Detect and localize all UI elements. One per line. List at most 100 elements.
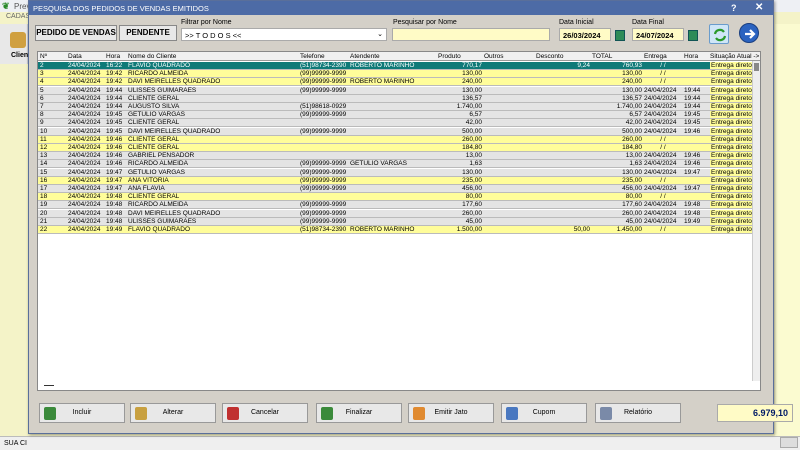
table-row[interactable]: 6 24/04/2024 19:44 CLIENTE GERAL 136,57 136,5… [38,94,754,103]
column-header[interactable]: Data [68,53,82,60]
start-date-input[interactable]: 26/03/2024 [559,28,611,41]
column-header[interactable]: Hora [684,53,698,60]
table-row[interactable]: 13 24/04/2024 19:46 GABRIEL PENSADOR 13,00 13… [38,152,754,161]
table-cell-cliente: ANA VITORIA [128,176,169,184]
app-menu[interactable]: CADAS [6,13,30,20]
table-cell-n: 10 [40,127,48,135]
cancelar-label: Cancelar [250,409,279,416]
table-cell-sit: Entrega direto para o cliente [710,94,754,102]
alterar-button[interactable]: Alterar [130,403,216,423]
table-row[interactable]: 9 24/04/2024 19:45 CLIENTE GERAL 42,00 42,00 2… [38,119,754,128]
table-cell-data: 24/04/2024 [68,127,101,135]
column-header[interactable]: Entrega [644,53,667,60]
table-cell-prod: 177,60 [462,201,482,209]
status-text: SUA CI [4,440,27,447]
column-header[interactable]: Situação Atual -> [710,53,759,60]
end-date-input[interactable]: 24/07/2024 [632,28,684,41]
table-cell-total: 260,00 [622,209,642,217]
table-cell-tel: (99)99999-9999 [300,217,347,225]
table-cell-sit: Entrega direto para o cliente [710,193,754,201]
table-cell-cliente: GETULIO VARGAS [128,111,185,119]
scroll-thumb[interactable] [754,63,759,71]
clients-icon[interactable] [10,32,26,48]
table-cell-entrega: 24/04/2024 [644,160,677,168]
table-cell-entrega: / / [660,144,666,151]
table-cell-total: 130,00 [622,168,642,176]
table-cell-n: 16 [40,176,48,184]
table-cell-hora: 19:47 [106,185,123,192]
table-row[interactable]: 15 24/04/2024 19:47 GETULIO VARGAS (99)99999… [38,168,754,177]
table-cell-hora: 19:48 [106,201,123,209]
cupom-button[interactable]: Cupom [501,403,587,423]
incluir-button[interactable]: Incluir [39,403,125,423]
table-row[interactable]: 10 24/04/2024 19:45 DAVI MEIRELLES QUADRADO… [38,127,754,136]
column-header[interactable]: Desconto [536,53,563,60]
table-row[interactable]: 22 24/04/2024 19:49 FLAVIO QUADRADO (51)9873… [38,226,754,234]
column-header[interactable]: Nome do Cliente [128,53,176,60]
table-row[interactable]: 12 24/04/2024 19:46 CLIENTE GERAL 184,80 184,… [38,144,754,152]
cancel-doc-icon [227,407,239,420]
table-cell-data: 24/04/2024 [68,62,101,69]
table-row[interactable]: 14 24/04/2024 19:46 RICARDO ALMEIDA (99)9999… [38,160,754,169]
table-cell-hora: 19:48 [106,193,123,201]
refresh-icon[interactable] [709,24,729,44]
chevron-down-icon[interactable]: ⌄ [377,30,383,38]
table-row[interactable]: 7 24/04/2024 19:44 AUGUSTO SILVA (51)98618-0… [38,103,754,111]
table-cell-sit: Entrega direto para o cliente [710,176,754,184]
column-header[interactable]: TOTAL [592,53,612,60]
table-cell-atend: GETULIO VARGAS [350,160,407,168]
calendar-icon[interactable] [615,30,625,41]
pending-button[interactable]: PENDENTE [119,25,177,41]
table-cell-entrega: 24/04/2024 [644,127,677,135]
dialog-title: PESQUISA DOS PEDIDOS DE VENDAS EMITIDOS [33,4,209,13]
column-header[interactable]: Nº [40,53,47,60]
table-row[interactable]: 3 24/04/2024 19:42 RICARDO ALMEIDA (99)99999… [38,70,754,79]
filter-select[interactable]: >> T O D O S << ⌄ [181,28,387,41]
vertical-scrollbar[interactable] [752,61,760,381]
table-row[interactable]: 17 24/04/2024 19:47 ANA FLAVIA (99)99999-999… [38,185,754,193]
emitir-button[interactable]: Emitir Jato [408,403,494,423]
table-cell-tel: (99)99999-9999 [300,185,347,192]
search-input[interactable] [392,28,550,41]
relatorio-button[interactable]: Relatório [595,403,681,423]
close-icon[interactable]: ✕ [755,2,763,13]
table-row[interactable]: 5 24/04/2024 19:44 ULISSES GUIMARAES (99)999… [38,86,754,95]
status-button[interactable] [780,437,798,448]
orders-button[interactable]: PEDIDO DE VENDAS [35,25,117,41]
column-header[interactable]: Hora [106,53,120,60]
column-header[interactable]: Atendente [350,53,380,60]
table-cell-prod: 260,00 [462,209,482,217]
table-row[interactable]: 20 24/04/2024 19:48 DAVI MEIRELLES QUADRADO… [38,209,754,218]
table-cell-n: 17 [40,185,48,192]
table-row[interactable]: 4 24/04/2024 19:42 DAVI MEIRELLES QUADRADO (… [38,78,754,87]
table-cell-n: 7 [40,103,44,110]
table-row[interactable]: 8 24/04/2024 19:45 GETULIO VARGAS (99)99999-… [38,111,754,120]
table-cell-n: 8 [40,111,44,119]
incluir-label: Incluir [72,409,92,416]
table-row[interactable]: 11 24/04/2024 19:46 CLIENTE GERAL 260,00 260,… [38,135,754,144]
go-icon[interactable] [739,23,759,43]
table-cell-total: 13,00 [625,152,642,160]
end-date-label: Data Final [632,19,664,26]
table-row[interactable]: 16 24/04/2024 19:47 ANA VITORIA (99)99999-99… [38,176,754,185]
help-icon[interactable]: ? [731,3,737,13]
table-cell-hora: 19:44 [106,94,123,102]
table-row[interactable]: 2 24/04/2024 16:22 FLAVIO QUADRADO (51)98734… [38,62,754,70]
column-header[interactable]: Telefone [300,53,325,60]
table-row[interactable]: 19 24/04/2024 19:48 RICARDO ALMEIDA (99)9999… [38,201,754,210]
table-cell-prod: 136,57 [462,94,482,102]
table-cell-total: 760,93 [622,62,642,69]
finalizar-button[interactable]: Finalizar [316,403,402,423]
column-header[interactable]: Outros [484,53,504,60]
cancelar-button[interactable]: Cancelar [222,403,308,423]
table-cell-entrega: / / [660,176,666,184]
table-cell-sit: Entrega direto para o cliente [710,160,754,168]
table-row[interactable]: 21 24/04/2024 19:48 ULISSES GUIMARAES (99)99… [38,217,754,226]
table-cell-cliente: DAVI MEIRELLES QUADRADO [128,127,221,135]
table-cell-n: 15 [40,168,48,176]
clients-label[interactable]: Clien [11,52,28,59]
column-header[interactable]: Produto [438,53,461,60]
table-row[interactable]: 18 24/04/2024 19:48 CLIENTE GERAL 80,00 80,00… [38,193,754,202]
table-cell-hora2: 19:44 [684,103,701,110]
calendar-icon[interactable] [688,30,698,41]
